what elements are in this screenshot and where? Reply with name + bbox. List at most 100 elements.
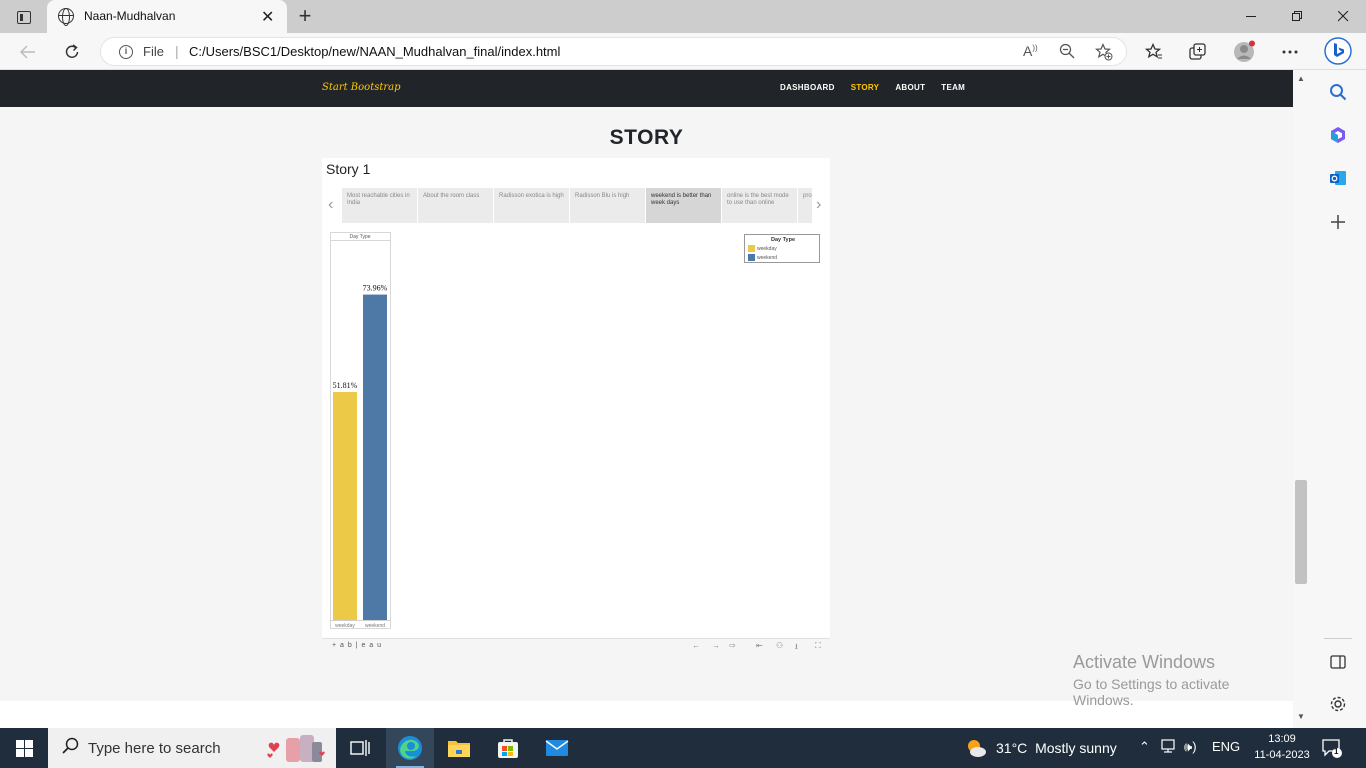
split-screen-icon: [1330, 655, 1346, 669]
scroll-up-icon[interactable]: ▲: [1297, 74, 1305, 83]
bar-weekend[interactable]: [363, 294, 387, 620]
taskbar-mail[interactable]: [533, 728, 581, 768]
taskbar-file-explorer[interactable]: [435, 728, 483, 768]
legend-item[interactable]: weekday: [748, 245, 777, 252]
search-sidebar-button[interactable]: [1326, 80, 1350, 104]
weather-icon[interactable]: [965, 737, 987, 759]
download-icon[interactable]: ⭳: [795, 641, 798, 655]
collections-icon: [1189, 43, 1206, 60]
bar-chart: Day Type 51.81% weekday 73.96% weekend: [330, 232, 391, 629]
tab-actions-button[interactable]: [10, 6, 38, 28]
nav-dashboard[interactable]: DASHBOARD: [780, 83, 835, 92]
chevron-up-icon[interactable]: ⌃: [1139, 739, 1150, 755]
nav-about[interactable]: ABOUT: [895, 83, 925, 92]
store-icon: [498, 739, 518, 758]
favorites-button[interactable]: [1142, 40, 1166, 64]
collections-button[interactable]: [1186, 40, 1210, 64]
temperature: 31°C: [996, 740, 1028, 756]
restore-icon: [1291, 11, 1302, 21]
close-window-button[interactable]: [1320, 0, 1366, 33]
minimize-icon: [1245, 16, 1256, 17]
story-point-selected[interactable]: weekend is better than week days: [646, 188, 721, 223]
gear-icon: [1330, 696, 1346, 712]
notification-center-button[interactable]: 1: [1322, 738, 1342, 758]
back-button[interactable]: [16, 40, 40, 64]
info-icon[interactable]: i: [119, 45, 133, 59]
edge-icon: [398, 736, 422, 760]
nav-team[interactable]: TEAM: [941, 83, 965, 92]
tableau-toolbar: + a b | e a u ← → ⇨ ⇤ ⚇ ⭳ ⛶: [322, 638, 830, 654]
chevron-left-icon[interactable]: ‹: [328, 196, 333, 214]
restore-button[interactable]: [1274, 0, 1320, 33]
plus-icon: [1331, 215, 1345, 229]
legend-swatch: [748, 245, 755, 252]
tab-actions-icon: [17, 10, 31, 24]
outlook-icon: [1330, 171, 1346, 185]
read-aloud-icon[interactable]: A)): [1023, 43, 1038, 59]
address-bar[interactable]: i File | C:/Users/BSC1/Desktop/new/NAAN_…: [100, 37, 1127, 66]
vertical-scrollbar[interactable]: ▲ ▼: [1293, 70, 1310, 728]
mail-icon: [545, 740, 569, 756]
volume-icon[interactable]: 🕪): [1184, 739, 1197, 755]
undo-icon[interactable]: ←: [692, 641, 700, 650]
language-indicator[interactable]: ENG: [1212, 739, 1240, 754]
chevron-right-icon[interactable]: ›: [816, 196, 821, 214]
more-icon: [1282, 50, 1298, 54]
minimize-button[interactable]: [1228, 0, 1274, 33]
bing-icon: [1324, 37, 1352, 65]
tableau-embed: Story 1 ‹ Most reachable cities in India…: [322, 158, 830, 654]
page-title: STORY: [609, 126, 684, 149]
share-icon[interactable]: ⚇: [776, 641, 783, 650]
bing-button[interactable]: [1324, 37, 1352, 65]
office-icon: [1331, 127, 1345, 143]
revert-icon[interactable]: ⇨: [729, 641, 736, 650]
profile-button[interactable]: [1232, 40, 1256, 64]
bar-weekday[interactable]: [333, 392, 357, 620]
zoom-out-icon: [1059, 43, 1075, 59]
sidebar-settings-button[interactable]: [1326, 692, 1350, 716]
story-point[interactable]: Most reachable cities in India: [342, 188, 417, 223]
refresh-icon: [65, 44, 79, 58]
start-button[interactable]: [0, 728, 48, 768]
story-point[interactable]: pro ma: [798, 188, 812, 223]
story-point[interactable]: About the room class: [418, 188, 493, 223]
tab-close-button[interactable]: ✕: [261, 7, 274, 27]
split-screen-button[interactable]: [1326, 650, 1350, 674]
tab-title: Naan-Mudhalvan: [84, 9, 176, 23]
fullscreen-icon[interactable]: ⛶: [815, 641, 821, 651]
story-point[interactable]: Radisson exotica is high: [494, 188, 569, 223]
favorites-icon: [1145, 43, 1162, 59]
add-sidebar-button[interactable]: [1326, 210, 1350, 234]
nav-story[interactable]: STORY: [851, 83, 880, 92]
weather-widget[interactable]: 31°C Mostly sunny: [996, 740, 1117, 756]
zoom-icon[interactable]: [1059, 43, 1075, 62]
close-icon: [1337, 11, 1348, 22]
network-icon[interactable]: [1161, 739, 1179, 756]
outlook-sidebar-button[interactable]: [1326, 166, 1350, 190]
taskbar-search[interactable]: Type here to search: [48, 728, 336, 768]
taskbar-edge[interactable]: [386, 728, 434, 768]
add-favorite-icon[interactable]: [1094, 43, 1113, 64]
clock-date: 11-04-2023: [1254, 749, 1310, 761]
taskbar-clock[interactable]: 13:09 11-04-2023: [1252, 731, 1312, 763]
legend-item[interactable]: weekend: [748, 254, 777, 261]
revert-all-icon[interactable]: ⇤: [756, 641, 763, 650]
taskbar-store[interactable]: [484, 728, 532, 768]
browser-tab[interactable]: Naan-Mudhalvan ✕: [47, 0, 287, 33]
address-url[interactable]: C:/Users/BSC1/Desktop/new/NAAN_Mudhalvan…: [189, 44, 560, 59]
edge-sidebar: [1310, 70, 1366, 728]
site-brand[interactable]: Start Bootstrap: [322, 82, 401, 93]
arrow-left-icon: [20, 45, 35, 59]
x-tick-label: weekday: [335, 623, 355, 629]
settings-menu-button[interactable]: [1278, 40, 1302, 64]
story-point[interactable]: online is the best mode to use than onli…: [722, 188, 797, 223]
scroll-down-icon[interactable]: ▼: [1297, 712, 1305, 721]
refresh-button[interactable]: [60, 40, 84, 64]
story-point[interactable]: Radisson Blu is high: [570, 188, 645, 223]
task-view-button[interactable]: [336, 728, 384, 768]
new-tab-button[interactable]: +: [292, 3, 318, 29]
office-sidebar-button[interactable]: [1326, 123, 1350, 147]
story-points-list: Most reachable cities in India About the…: [342, 188, 812, 223]
redo-icon[interactable]: →: [712, 641, 720, 650]
scroll-thumb[interactable]: [1295, 480, 1307, 584]
